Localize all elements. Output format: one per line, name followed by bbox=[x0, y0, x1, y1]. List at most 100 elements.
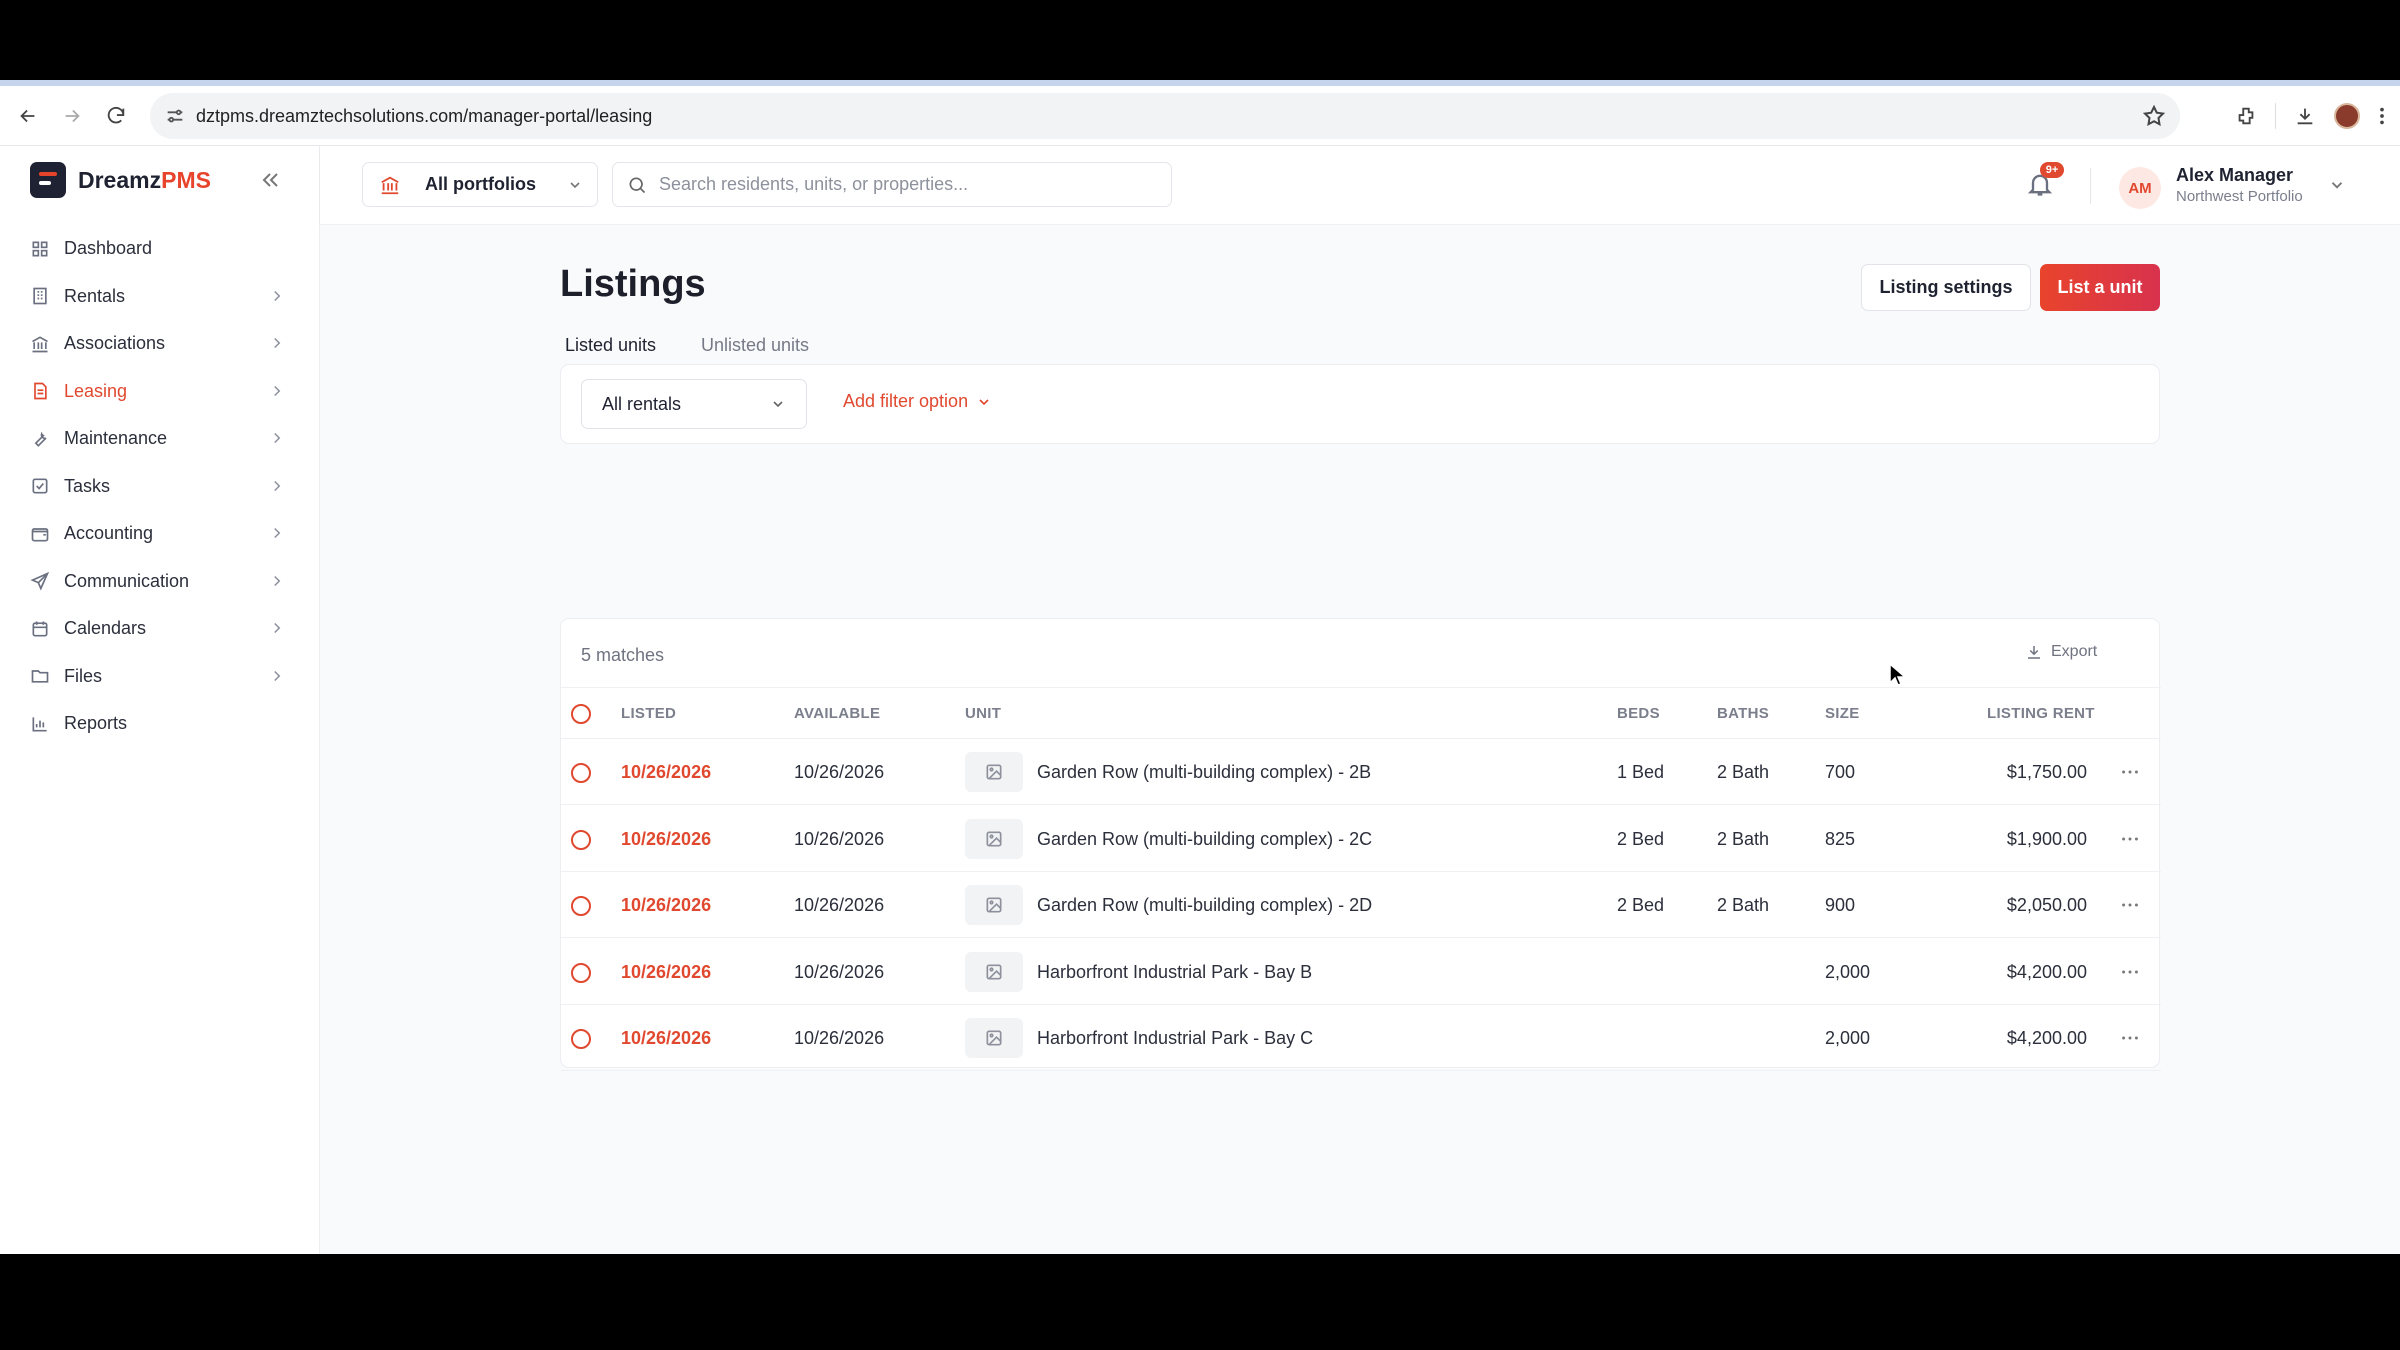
cell-unit[interactable]: Garden Row (multi-building complex) - 2D bbox=[1037, 895, 1372, 916]
document-icon bbox=[34, 382, 47, 400]
mouse-cursor bbox=[1889, 662, 1908, 686]
user-name[interactable]: Alex Manager bbox=[2176, 165, 2293, 186]
cell-size: 900 bbox=[1825, 895, 1856, 915]
filter-bar: All rentals Add filter option bbox=[560, 364, 2160, 444]
grid-icon bbox=[32, 241, 48, 257]
sidebar-nav: Dashboard Rentals Associations Leasing M… bbox=[0, 225, 320, 748]
bank-icon bbox=[32, 336, 48, 353]
cell-size: 2,000 bbox=[1825, 961, 1871, 982]
wrench-icon bbox=[34, 431, 47, 447]
listing-settings-button[interactable]: Listing settings bbox=[1861, 264, 2031, 311]
portfolio-label: All portfolios bbox=[425, 174, 536, 194]
cell-listed[interactable]: 10/26/2026 bbox=[621, 895, 711, 916]
add-filter-label: Add filter option bbox=[843, 391, 969, 411]
cell-unit[interactable]: Garden Row (multi-building complex) - 2C bbox=[1037, 829, 1372, 850]
download-icon[interactable] bbox=[2294, 105, 2316, 127]
bookmark-star-icon[interactable] bbox=[2142, 104, 2166, 128]
reload-icon[interactable] bbox=[94, 94, 138, 138]
portfolio-selector[interactable]: All portfolios bbox=[362, 162, 598, 207]
cell-listing-rent: $4,200.00 bbox=[2006, 961, 2087, 982]
sidebar-item-dashboard[interactable]: Dashboard bbox=[0, 225, 320, 273]
sidebar-item-tasks[interactable]: Tasks bbox=[0, 463, 320, 511]
brand-name-main: Dreamz bbox=[78, 166, 162, 193]
chevron-down-icon[interactable] bbox=[2328, 176, 2346, 194]
forward-icon[interactable] bbox=[50, 94, 94, 138]
app-header: All portfolios Search residents, units, … bbox=[320, 146, 2400, 225]
column-size[interactable]: SIZE bbox=[1825, 705, 1860, 722]
cell-unit[interactable]: Harborfront Industrial Park - Bay B bbox=[1037, 962, 1312, 983]
browser-menu-icon[interactable] bbox=[2378, 105, 2386, 127]
sidebar-item-communication[interactable]: Communication bbox=[0, 558, 320, 606]
more-options-icon[interactable] bbox=[2119, 828, 2141, 850]
row-select-radio[interactable] bbox=[571, 1029, 591, 1049]
sidebar-item-accounting[interactable]: Accounting bbox=[0, 510, 320, 558]
table-row[interactable]: 10/26/2026 10/26/2026 Harborfront Indust… bbox=[561, 1005, 2161, 1071]
tab-unlisted-units[interactable]: Unlisted units bbox=[701, 335, 809, 356]
row-select-radio[interactable] bbox=[571, 962, 591, 983]
cell-listed[interactable]: 10/26/2026 bbox=[621, 762, 711, 783]
rentals-filter-value: All rentals bbox=[602, 393, 682, 414]
column-unit[interactable]: UNIT bbox=[965, 705, 1001, 722]
back-icon[interactable] bbox=[6, 94, 50, 138]
cell-unit[interactable]: Garden Row (multi-building complex) - 2B bbox=[1037, 762, 1371, 783]
sidebar-item-maintenance[interactable]: Maintenance bbox=[0, 415, 320, 463]
cell-listed[interactable]: 10/26/2026 bbox=[621, 1028, 711, 1049]
browser-profile-avatar[interactable] bbox=[2334, 103, 2360, 129]
cell-listed[interactable]: 10/26/2026 bbox=[621, 962, 711, 983]
chevron-right-icon bbox=[274, 337, 281, 349]
cell-size: 700 bbox=[1825, 762, 1856, 782]
extensions-icon[interactable] bbox=[2235, 105, 2257, 127]
user-portfolio: Northwest Portfolio bbox=[2176, 188, 2303, 205]
checkbox-icon bbox=[32, 478, 48, 494]
address-bar[interactable]: dztpms.dreamztechsolutions.com/manager-p… bbox=[150, 93, 2180, 139]
table-row[interactable]: 10/26/2026 10/26/2026 Garden Row (multi-… bbox=[561, 872, 2161, 938]
browser-window: dztpms.dreamztechsolutions.com/manager-p… bbox=[0, 80, 2400, 1254]
more-options-icon[interactable] bbox=[2119, 761, 2141, 783]
rentals-filter-select[interactable]: All rentals bbox=[581, 379, 807, 429]
sidebar-item-reports[interactable]: Reports bbox=[0, 700, 320, 748]
cell-unit[interactable]: Harborfront Industrial Park - Bay C bbox=[1037, 1028, 1313, 1049]
chevron-down-icon bbox=[979, 398, 989, 405]
column-listing-rent[interactable]: LISTING RENT bbox=[1987, 705, 2095, 722]
site-settings-icon[interactable] bbox=[164, 105, 186, 127]
sidebar-item-rentals[interactable]: Rentals bbox=[0, 273, 320, 321]
row-select-radio[interactable] bbox=[571, 829, 591, 850]
bar-chart-icon bbox=[32, 717, 47, 732]
sidebar-item-leasing[interactable]: Leasing bbox=[0, 368, 320, 416]
table-row[interactable]: 10/26/2026 10/26/2026 Garden Row (multi-… bbox=[561, 739, 2161, 805]
table-row[interactable]: 10/26/2026 10/26/2026 Harborfront Indust… bbox=[561, 939, 2161, 1005]
user-avatar[interactable]: AM bbox=[2119, 167, 2161, 209]
search-input[interactable]: Search residents, units, or properties..… bbox=[612, 162, 1172, 207]
more-options-icon[interactable] bbox=[2119, 1027, 2141, 1049]
table-row[interactable]: 10/26/2026 10/26/2026 Garden Row (multi-… bbox=[561, 806, 2161, 872]
column-available[interactable]: AVAILABLE bbox=[794, 705, 880, 722]
more-options-icon[interactable] bbox=[2119, 894, 2141, 916]
sidebar-item-associations[interactable]: Associations bbox=[0, 320, 320, 368]
sidebar-item-files[interactable]: Files bbox=[0, 653, 320, 701]
sidebar-item-label: Leasing bbox=[64, 380, 128, 401]
chevron-down-icon bbox=[570, 182, 580, 189]
column-baths[interactable]: BATHS bbox=[1717, 705, 1769, 722]
cell-listed[interactable]: 10/26/2026 bbox=[621, 829, 711, 850]
select-all-radio[interactable] bbox=[571, 704, 591, 724]
tab-listed-units[interactable]: Listed units bbox=[565, 335, 656, 356]
column-listed[interactable]: LISTED bbox=[621, 705, 676, 722]
column-beds[interactable]: BEDS bbox=[1617, 705, 1660, 722]
row-select-radio[interactable] bbox=[571, 896, 591, 916]
more-options-icon[interactable] bbox=[2119, 961, 2141, 983]
list-unit-button[interactable]: List a unit bbox=[2040, 264, 2160, 311]
brand[interactable]: DreamzPMS bbox=[30, 162, 211, 198]
chevron-right-icon bbox=[274, 575, 281, 586]
header-divider bbox=[2090, 168, 2091, 204]
add-filter-button[interactable]: Add filter option bbox=[843, 391, 992, 412]
unit-thumbnail bbox=[965, 1018, 1023, 1058]
cell-baths: 2 Bath bbox=[1717, 828, 1770, 849]
brand-name-accent: PMS bbox=[161, 166, 211, 193]
cell-available: 10/26/2026 bbox=[794, 895, 885, 915]
row-select-radio[interactable] bbox=[571, 763, 591, 783]
cell-listing-rent: $1,750.00 bbox=[2006, 762, 2087, 782]
sidebar-item-calendars[interactable]: Calendars bbox=[0, 605, 320, 653]
export-button[interactable]: Export bbox=[2025, 643, 2097, 661]
sidebar-item-label: Accounting bbox=[64, 523, 154, 544]
collapse-sidebar-icon[interactable] bbox=[258, 168, 282, 192]
